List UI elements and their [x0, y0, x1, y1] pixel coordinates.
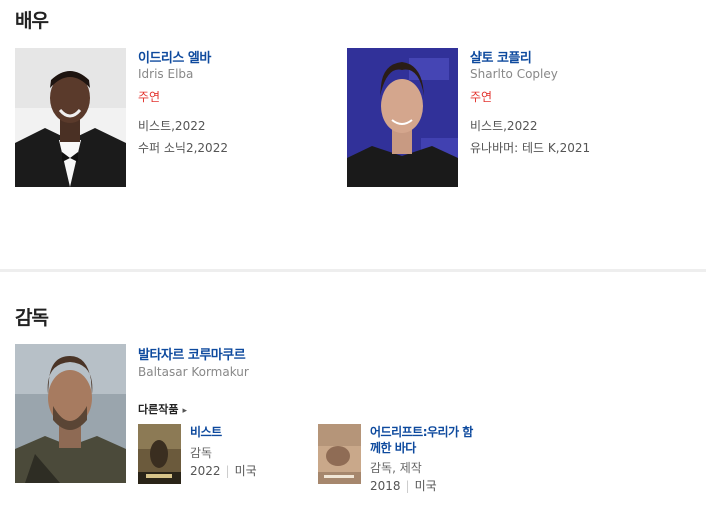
film-meta: 2022 | 미국 — [190, 464, 257, 478]
film-role: 감독, 제작 — [370, 461, 422, 475]
actor-name-en: Idris Elba — [138, 67, 194, 81]
director-name-ko[interactable]: 발타자르 코루마쿠르 — [138, 344, 246, 363]
actor-work[interactable]: 비스트,2022 — [138, 117, 205, 134]
film-poster[interactable] — [318, 424, 361, 484]
actor-photo-idris-elba[interactable] — [15, 48, 126, 187]
actor-work[interactable]: 유나바머: 테드 K,2021 — [470, 139, 590, 156]
film-poster[interactable] — [138, 424, 181, 484]
film-country: 미국 — [414, 479, 437, 493]
actor-name-ko[interactable]: 이드리스 엘바 — [138, 47, 211, 66]
section-title-director: 감독 — [15, 307, 49, 329]
actor-name-ko[interactable]: 샬토 코플리 — [470, 47, 532, 66]
actor-name-en: Sharlto Copley — [470, 67, 558, 81]
film-title[interactable]: 비스트 — [190, 424, 300, 440]
chevron-right-icon: ▸ — [182, 406, 188, 416]
actor-work[interactable]: 수퍼 소닉2,2022 — [138, 139, 228, 156]
film-year: 2018 — [370, 479, 401, 493]
other-works-link[interactable]: 다른작품 ▸ — [138, 401, 187, 417]
film-country: 미국 — [234, 464, 257, 478]
other-works-label: 다른작품 — [138, 403, 179, 416]
actor-role: 주연 — [138, 90, 161, 104]
section-title-actors: 배우 — [15, 10, 49, 32]
film-title[interactable]: 어드리프트:우리가 함께한 바다 — [370, 424, 480, 456]
film-role: 감독 — [190, 446, 213, 460]
film-year: 2022 — [190, 464, 221, 478]
section-divider — [0, 269, 706, 272]
film-meta: 2018 | 미국 — [370, 479, 437, 493]
director-name-en: Baltasar Kormakur — [138, 365, 249, 379]
actor-photo-sharlto-copley[interactable] — [347, 48, 458, 187]
actor-role: 주연 — [470, 90, 493, 104]
actor-work[interactable]: 비스트,2022 — [470, 117, 537, 134]
director-photo[interactable] — [15, 344, 126, 483]
